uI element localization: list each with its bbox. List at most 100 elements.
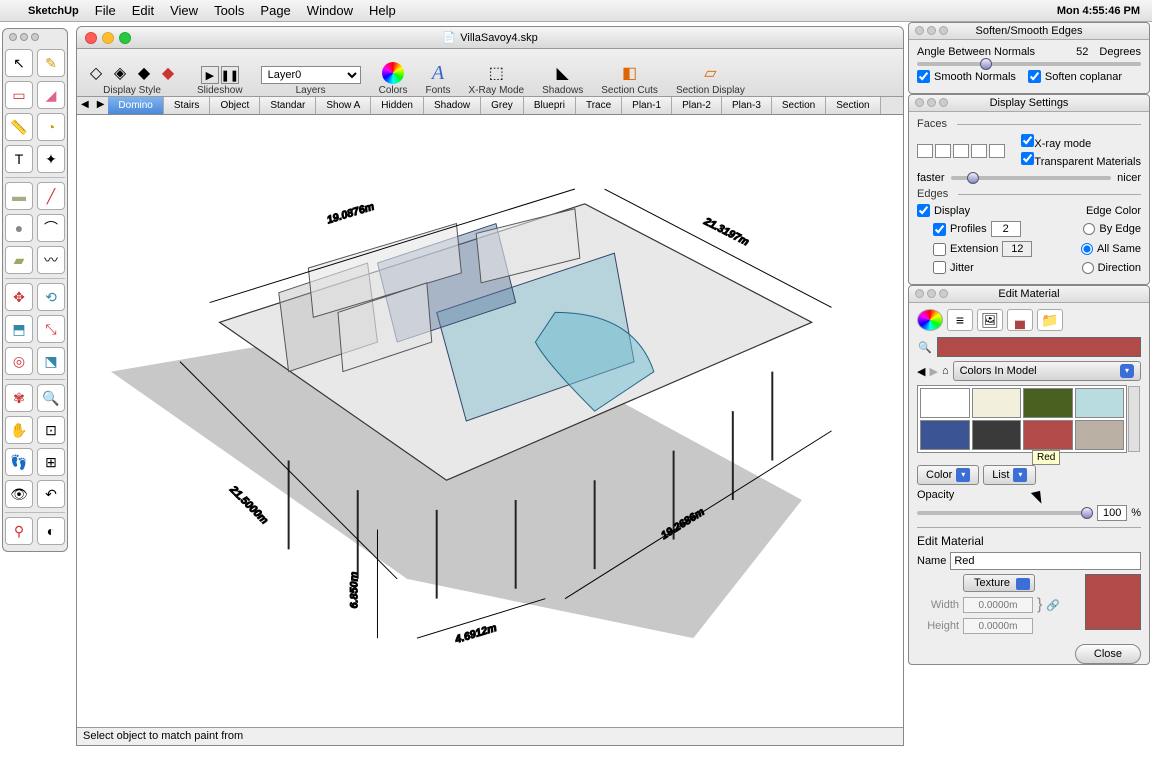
layer-select[interactable]: Layer0 <box>261 66 361 84</box>
face-style-icons[interactable] <box>917 144 1005 158</box>
tab-domino[interactable]: Domino <box>108 97 163 114</box>
viewport-3d[interactable]: 19.0876m 21.3197m 21.5000m 6.850m 4.6912… <box>77 115 903 727</box>
line-tool[interactable]: ╱ <box>37 182 65 210</box>
pushpull-tool[interactable]: ⬒ <box>5 315 33 343</box>
swatch-darkgray[interactable] <box>972 420 1022 450</box>
list-mode-button[interactable]: List▾ <box>983 465 1036 485</box>
circle-tool[interactable]: ● <box>5 214 33 242</box>
tab-stairs[interactable]: Stairs <box>164 97 211 114</box>
scene-prev[interactable]: ◀ <box>77 97 93 114</box>
angle-slider[interactable] <box>917 62 1141 66</box>
tab-shadow[interactable]: Shadow <box>424 97 481 114</box>
material-library-select[interactable]: Colors In Model▾ <box>953 361 1141 381</box>
profiles-value[interactable] <box>991 221 1021 237</box>
swatch-tan[interactable] <box>1075 420 1125 450</box>
colorwheel-icon[interactable] <box>917 309 943 331</box>
tab-plan3[interactable]: Plan-3 <box>722 97 772 114</box>
swatch-cream[interactable] <box>972 388 1022 418</box>
display-edges-checkbox[interactable] <box>917 204 930 217</box>
tab-grey[interactable]: Grey <box>481 97 524 114</box>
style-wireframe-icon[interactable]: ◇ <box>85 62 107 84</box>
close-window-button[interactable] <box>85 32 97 44</box>
search-icon[interactable]: 🔍 <box>917 339 933 355</box>
arc-tool[interactable]: ⌒ <box>37 214 65 242</box>
followme-tool[interactable]: ⬔ <box>37 347 65 375</box>
zoom-window-tool[interactable]: ⊡ <box>37 416 65 444</box>
polygon-tool[interactable]: ▰ <box>5 246 33 274</box>
orbit-tool[interactable]: ✾ <box>5 384 33 412</box>
xray-mode-checkbox[interactable] <box>1021 134 1034 147</box>
link-icon[interactable]: 🔗 <box>1046 599 1060 612</box>
move-tool[interactable]: ✥ <box>5 283 33 311</box>
sliders-icon[interactable]: ≡ <box>947 309 973 331</box>
transparency-slider[interactable] <box>951 176 1112 180</box>
look-tool[interactable]: 👁 <box>5 480 33 508</box>
extension-checkbox[interactable] <box>933 243 946 256</box>
material-name-input[interactable] <box>950 552 1141 570</box>
select-tool[interactable]: ↖ <box>5 49 33 77</box>
menu-file[interactable]: File <box>95 3 116 18</box>
opacity-value[interactable] <box>1097 505 1127 521</box>
play-icon[interactable]: ▶ <box>201 66 219 84</box>
section-tool[interactable]: ◐ <box>37 517 65 545</box>
extension-value[interactable] <box>1002 241 1032 257</box>
minimize-window-button[interactable] <box>102 32 114 44</box>
jitter-checkbox[interactable] <box>933 261 946 274</box>
texture-width-input[interactable] <box>963 597 1033 613</box>
menu-tools[interactable]: Tools <box>214 3 244 18</box>
close-button[interactable]: Close <box>1075 644 1141 664</box>
profiles-checkbox[interactable] <box>933 223 946 236</box>
swatch-lightblue[interactable] <box>1075 388 1125 418</box>
nav-fwd-icon[interactable]: ▶ <box>929 365 937 378</box>
tape-tool[interactable]: 📏 <box>5 113 33 141</box>
swatch-red[interactable]: Red <box>1023 420 1073 450</box>
tab-plan2[interactable]: Plan-2 <box>672 97 722 114</box>
swatch-olive[interactable] <box>1023 388 1073 418</box>
byedge-radio[interactable] <box>1083 223 1095 235</box>
swatch-scrollbar[interactable] <box>1128 386 1140 452</box>
opacity-slider[interactable] <box>917 511 1093 515</box>
texture-button[interactable]: Texture <box>963 574 1035 592</box>
menu-page[interactable]: Page <box>260 3 290 18</box>
position-camera-tool[interactable]: ⚲ <box>5 517 33 545</box>
app-name[interactable]: SketchUp <box>28 5 79 17</box>
menu-help[interactable]: Help <box>369 3 396 18</box>
transparent-checkbox[interactable] <box>1021 152 1034 165</box>
style-hidden-icon[interactable]: ◈ <box>109 62 131 84</box>
allsame-radio[interactable] <box>1081 243 1093 255</box>
tab-object[interactable]: Object <box>210 97 260 114</box>
swatch-blue[interactable] <box>920 420 970 450</box>
fonts-icon[interactable]: A <box>427 62 449 84</box>
shadows-icon[interactable]: ◣ <box>552 62 574 84</box>
texture-height-input[interactable] <box>963 618 1033 634</box>
menu-window[interactable]: Window <box>307 3 353 18</box>
tab-standar[interactable]: Standar <box>260 97 316 114</box>
pause-icon[interactable]: ❚❚ <box>221 66 239 84</box>
pan-tool[interactable]: ✋ <box>5 416 33 444</box>
image-icon[interactable]: 🖼 <box>977 309 1003 331</box>
scale-tool[interactable]: ⤡ <box>37 315 65 343</box>
zoom-extents-tool[interactable]: ⊞ <box>37 448 65 476</box>
swatch-white[interactable] <box>920 388 970 418</box>
section-display-icon[interactable]: ▱ <box>699 62 721 84</box>
freehand-tool[interactable]: 〰 <box>37 246 65 274</box>
tab-plan1[interactable]: Plan-1 <box>622 97 672 114</box>
tab-hidden[interactable]: Hidden <box>371 97 424 114</box>
folder-icon[interactable]: 📁 <box>1037 309 1063 331</box>
eraser-tool[interactable]: ◢ <box>37 81 65 109</box>
paint-tool[interactable]: ✎ <box>37 49 65 77</box>
tab-section[interactable]: Section <box>772 97 826 114</box>
menu-view[interactable]: View <box>170 3 198 18</box>
axes-tool[interactable]: ✦ <box>37 145 65 173</box>
color-mode-button[interactable]: Color▾ <box>917 465 979 485</box>
protractor-tool[interactable]: ◔ <box>37 113 65 141</box>
style-shaded-icon[interactable]: ◆ <box>133 62 155 84</box>
tab-trace[interactable]: Trace <box>576 97 622 114</box>
colors-icon[interactable] <box>382 62 404 84</box>
soften-coplanar-checkbox[interactable] <box>1028 70 1041 83</box>
prev-view-tool[interactable]: ↶ <box>37 480 65 508</box>
offset-tool[interactable]: ◎ <box>5 347 33 375</box>
tab-showa[interactable]: Show A <box>316 97 371 114</box>
rect-tool[interactable]: ▬ <box>5 182 33 210</box>
home-icon[interactable]: ⌂ <box>942 365 949 377</box>
